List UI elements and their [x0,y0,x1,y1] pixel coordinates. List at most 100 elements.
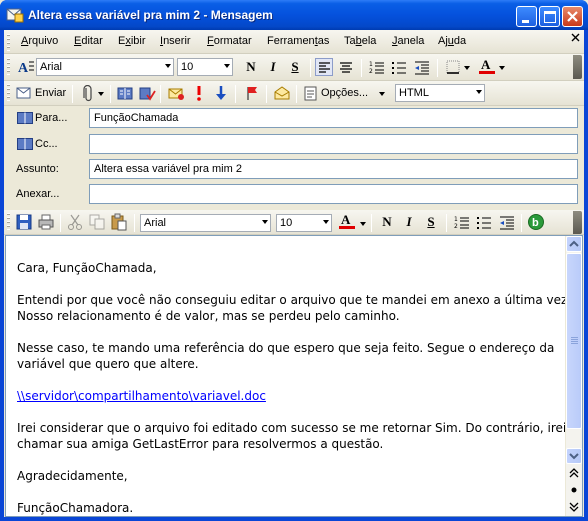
svg-text:A: A [341,212,351,227]
bullet-list-button[interactable] [475,213,493,231]
font-size-combo[interactable]: 10 [276,214,332,232]
menu-bar-close-icon[interactable] [571,33,580,42]
font-size-combo[interactable]: 10 [177,58,233,76]
italic-button[interactable]: I [400,213,418,231]
to-label[interactable]: Para... [35,112,67,124]
stationery-button[interactable]: b [527,213,545,231]
copy-button[interactable] [88,213,106,231]
send-button[interactable]: Enviar [16,84,68,102]
center-button[interactable] [337,58,355,76]
svg-text:A: A [18,61,29,76]
cc-field[interactable] [89,134,578,154]
copy-icon [89,214,105,230]
scroll-up-button[interactable] [566,236,582,252]
toolbar-options-button[interactable] [573,55,582,79]
print-button[interactable] [37,213,55,231]
importance-low-button[interactable] [212,84,230,102]
menu-ferramentas[interactable]: Ferramentas [267,35,329,47]
address-book-button[interactable] [116,84,134,102]
stationery-icon: b [528,214,544,230]
italic-button[interactable]: I [264,58,282,76]
maximize-icon [544,11,556,23]
previous-object-button[interactable] [566,465,582,481]
menu-editar[interactable]: Editar [74,35,103,47]
attach-icon [83,84,92,102]
font-name-combo[interactable]: Arial [36,58,174,76]
font-color-dropdown-icon[interactable] [360,222,366,226]
toolbar-grip[interactable] [7,213,10,230]
decrease-indent-button[interactable] [498,213,516,231]
subject-field[interactable]: Altera essa variável pra mim 2 [89,159,578,179]
font-color-button[interactable]: A [338,212,356,230]
importance-high-button[interactable] [190,84,208,102]
underline-button[interactable]: S [422,213,440,231]
save-icon [16,214,32,230]
attach-field[interactable] [89,184,578,204]
attach-label[interactable]: Anexar... [16,188,59,200]
message-body[interactable]: Cara, FunçãoChamada, Entendi por que voc… [5,235,583,517]
numbered-list-button[interactable]: 12 [368,58,386,76]
signature: FunçãoChamadora. [17,501,134,515]
address-book-icon[interactable] [17,138,33,150]
next-object-button[interactable] [566,499,582,515]
align-left-button[interactable] [315,58,333,76]
underline-button[interactable]: S [286,58,304,76]
toolbar-grip[interactable] [7,84,10,101]
paste-icon [111,213,127,231]
svg-text:1: 1 [369,61,373,68]
menu-ajuda[interactable]: Ajuda [438,35,466,47]
maximize-button[interactable] [539,6,560,27]
separator [160,85,161,103]
paste-button[interactable] [110,213,128,231]
menu-arquivo[interactable]: Arquivo [21,35,58,47]
close-button[interactable] [562,6,583,27]
menu-tabela[interactable]: Tabela [344,35,376,47]
chevron-down-icon [476,90,482,94]
minimize-button[interactable] [516,6,537,27]
chevron-down-icon [569,453,579,460]
title-bar[interactable]: Altera essa variável pra mim 2 - Mensage… [0,0,588,30]
menu-exibir[interactable]: Exibir [118,35,146,47]
options-button[interactable]: Opções... [303,84,387,102]
cut-button[interactable] [66,213,84,231]
separator [60,214,61,232]
message-options-button[interactable] [167,84,185,102]
bold-button[interactable]: N [242,58,260,76]
bullet-list-button[interactable] [390,58,408,76]
vertical-scrollbar[interactable] [565,236,582,516]
scroll-down-button[interactable] [566,448,582,464]
envelope-open-button[interactable] [273,84,291,102]
attach-button[interactable] [79,84,97,103]
message-text[interactable]: Cara, FunçãoChamada, Entendi por que voc… [17,260,571,516]
bold-button[interactable]: N [378,213,396,231]
menu-formatar[interactable]: Formatar [207,35,252,47]
toolbar-grip[interactable] [7,58,10,75]
decrease-indent-button[interactable] [413,58,431,76]
menu-inserir[interactable]: Inserir [160,35,191,47]
importance-low-icon [216,86,226,100]
font-name-combo[interactable]: Arial [140,214,271,232]
select-browse-object-button[interactable] [566,482,582,498]
menu-janela[interactable]: Janela [392,35,424,47]
attach-dropdown-icon[interactable] [98,92,104,96]
style-icon[interactable]: A [17,58,35,76]
flag-icon [247,87,257,100]
font-color-button[interactable]: A [478,57,496,75]
check-names-button[interactable] [138,84,156,102]
scroll-thumb[interactable] [566,253,582,429]
border-button[interactable] [444,58,462,76]
border-dropdown-icon[interactable] [464,66,470,70]
save-button[interactable] [15,213,33,231]
toolbar-options-button[interactable] [573,211,582,234]
file-link[interactable]: \\servidor\compartilhamento\variavel.doc [17,389,266,403]
address-book-icon[interactable] [17,112,33,124]
cc-label[interactable]: Cc... [35,138,58,150]
message-format-combo[interactable]: HTML [395,84,485,102]
follow-up-flag-button[interactable] [243,84,261,102]
menu-bar-grip[interactable] [7,34,10,51]
font-color-dropdown-icon[interactable] [499,66,505,70]
subject-label: Assunto: [16,163,59,175]
to-field[interactable]: FunçãoChamada [89,108,578,128]
numbered-list-button[interactable]: 12 [453,213,471,231]
bullet-list-icon [477,217,491,229]
